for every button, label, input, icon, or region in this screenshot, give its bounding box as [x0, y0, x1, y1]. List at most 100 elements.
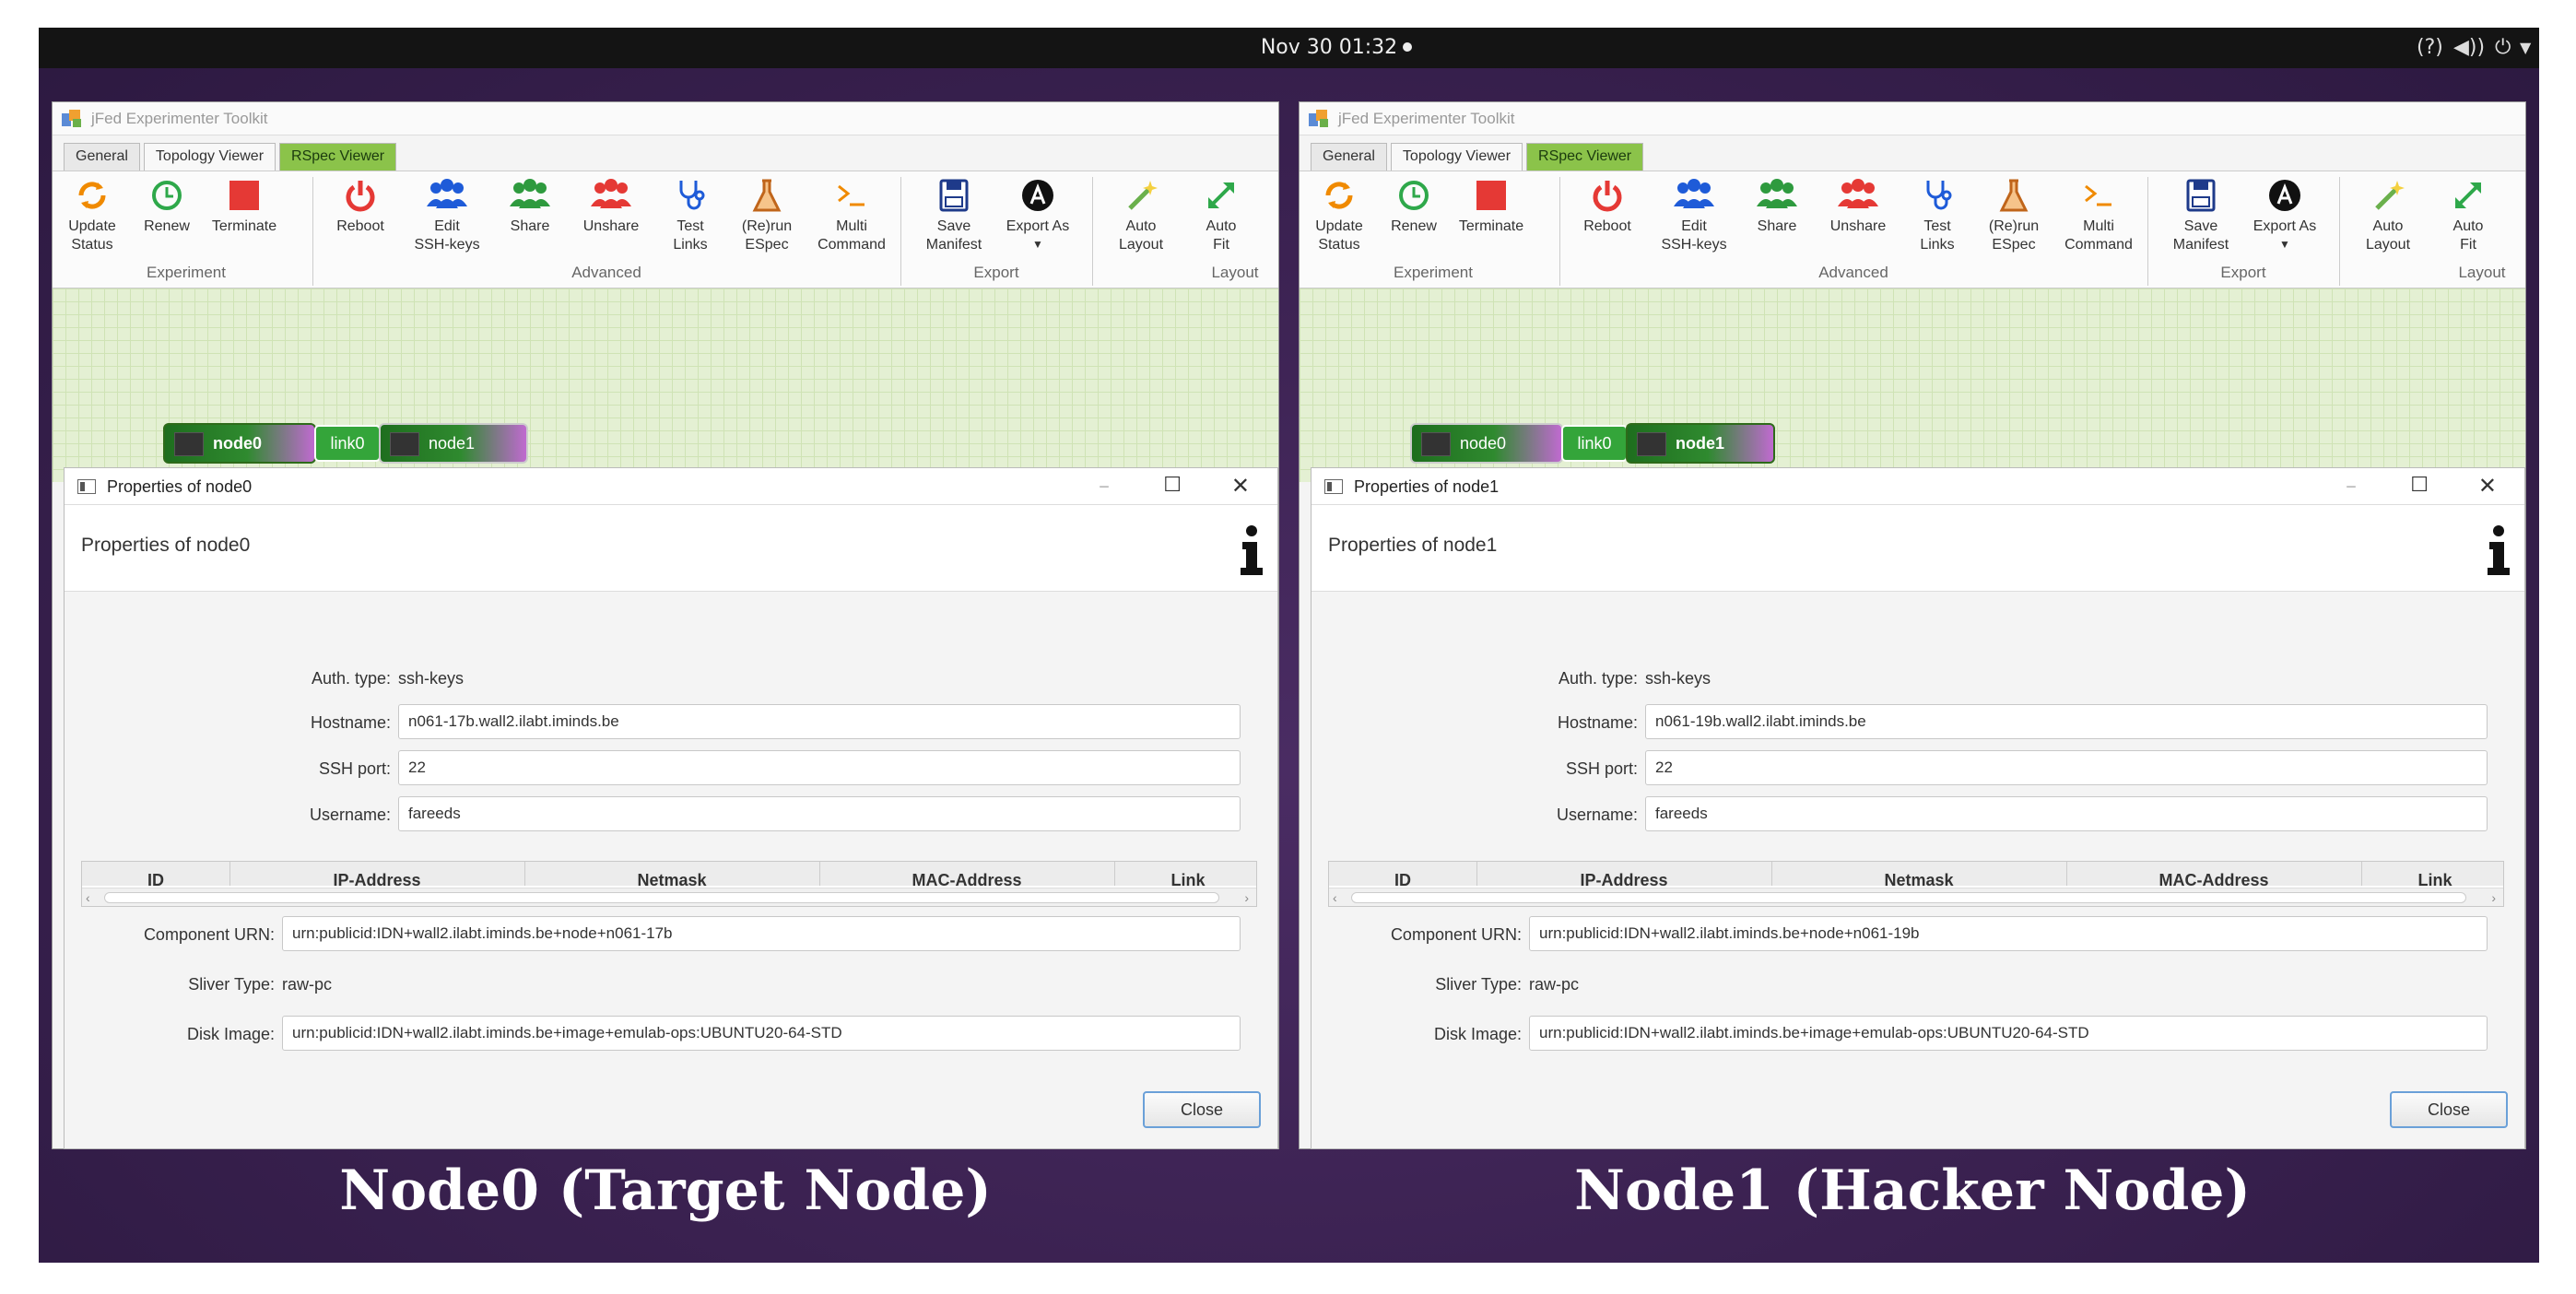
minimize-icon[interactable]: –: [2346, 470, 2357, 501]
reboot-button[interactable]: Reboot: [331, 177, 390, 236]
column-header-mac[interactable]: MAC-Address: [2066, 869, 2361, 886]
tab-topology-viewer[interactable]: Topology Viewer: [143, 143, 276, 171]
column-header-link[interactable]: Link: [1114, 869, 1256, 886]
ssh-port-label: SSH port:: [318, 759, 391, 778]
renew-button[interactable]: Renew: [141, 177, 193, 236]
ssh-port-field[interactable]: 22: [1645, 750, 2488, 785]
test-links-button[interactable]: Test Links: [665, 177, 716, 254]
unshare-button[interactable]: Unshare: [1823, 177, 1893, 236]
update-status-button[interactable]: Update Status: [1309, 177, 1370, 254]
group-divider: [1092, 177, 1093, 286]
topology-canvas[interactable]: node0 link0 node1: [1300, 288, 2525, 482]
tab-general[interactable]: General: [1311, 143, 1387, 171]
auto-fit-button[interactable]: Auto Fit: [2442, 177, 2494, 254]
jfed-window-right: jFed Experimenter Toolkit General Topolo…: [1299, 101, 2526, 1149]
horizontal-scrollbar[interactable]: ‹ ›: [82, 888, 1256, 906]
component-urn-field[interactable]: urn:publicid:IDN+wall2.ilabt.iminds.be+n…: [1529, 916, 2488, 951]
topology-node-node1[interactable]: node1: [1626, 423, 1775, 464]
topology-link-link0[interactable]: link0: [314, 425, 381, 462]
tab-topology-viewer[interactable]: Topology Viewer: [1390, 143, 1523, 171]
topology-node-node0[interactable]: node0: [1410, 423, 1563, 464]
edit-ssh-keys-button[interactable]: Edit SSH-keys: [1657, 177, 1731, 254]
column-header-id[interactable]: ID: [1329, 869, 1476, 886]
reboot-label: Reboot: [336, 218, 384, 234]
export-as-button[interactable]: Export As ▼: [996, 177, 1079, 253]
column-header-link[interactable]: Link: [2361, 869, 2503, 886]
topology-node-node1[interactable]: node1: [379, 423, 528, 464]
terminate-button[interactable]: Terminate: [1453, 177, 1530, 236]
clock[interactable]: Nov 30 01:32: [1237, 33, 1421, 63]
scroll-left-icon[interactable]: ‹: [86, 888, 90, 907]
share-button[interactable]: Share: [502, 177, 558, 236]
share-button[interactable]: Share: [1749, 177, 1805, 236]
topology-link-link0[interactable]: link0: [1561, 425, 1628, 462]
terminate-button[interactable]: Terminate: [206, 177, 283, 236]
column-header-ip[interactable]: IP-Address: [229, 869, 524, 886]
export-as-button[interactable]: Export As ▼: [2243, 177, 2326, 253]
interfaces-table[interactable]: ID IP-Address Netmask MAC-Address Link ‹…: [1328, 861, 2504, 907]
username-field[interactable]: fareeds: [1645, 796, 2488, 831]
window-title: jFed Experimenter Toolkit: [1338, 110, 1515, 127]
hostname-field[interactable]: n061-17b.wall2.ilabt.iminds.be: [398, 704, 1241, 739]
auto-fit-button[interactable]: Auto Fit: [1195, 177, 1247, 254]
close-button[interactable]: Close: [2390, 1091, 2508, 1128]
username-field[interactable]: fareeds: [398, 796, 1241, 831]
minimize-icon[interactable]: –: [1099, 470, 1110, 501]
unshare-button[interactable]: Unshare: [576, 177, 646, 236]
group-label-export: Export: [973, 264, 1019, 281]
horizontal-scrollbar[interactable]: ‹ ›: [1329, 888, 2503, 906]
export-as-label: Export As: [2253, 218, 2317, 234]
rerun-espec-button[interactable]: (Re)run ESpec: [1982, 177, 2046, 254]
column-header-id[interactable]: ID: [82, 869, 229, 886]
column-header-mac[interactable]: MAC-Address: [819, 869, 1114, 886]
multi-command-label: Multi Command: [817, 218, 886, 253]
scrollbar-thumb[interactable]: [1351, 892, 2466, 903]
maximize-icon[interactable]: ☐: [2410, 470, 2429, 501]
save-manifest-button[interactable]: Save Manifest: [919, 177, 989, 254]
ssh-port-field[interactable]: 22: [398, 750, 1241, 785]
component-urn-field[interactable]: urn:publicid:IDN+wall2.ilabt.iminds.be+n…: [282, 916, 1241, 951]
sliver-type-label: Sliver Type:: [1435, 975, 1522, 994]
hostname-field[interactable]: n061-19b.wall2.ilabt.iminds.be: [1645, 704, 2488, 739]
auto-layout-button[interactable]: Auto Layout: [2358, 177, 2418, 254]
multi-command-button[interactable]: Multi Command: [810, 177, 893, 254]
power-icon[interactable]: ⏻: [2495, 33, 2511, 63]
save-manifest-button[interactable]: Save Manifest: [2166, 177, 2236, 254]
node-label: node0: [213, 434, 263, 453]
column-header-netmask[interactable]: Netmask: [524, 869, 819, 886]
close-icon[interactable]: ✕: [1231, 470, 1250, 501]
disk-image-field[interactable]: urn:publicid:IDN+wall2.ilabt.iminds.be+i…: [1529, 1016, 2488, 1051]
topology-node-node0[interactable]: node0: [163, 423, 316, 464]
update-status-button[interactable]: Update Status: [62, 177, 123, 254]
tab-general[interactable]: General: [64, 143, 140, 171]
auto-layout-button[interactable]: Auto Layout: [1111, 177, 1171, 254]
edit-ssh-keys-button[interactable]: Edit SSH-keys: [410, 177, 484, 254]
column-header-netmask[interactable]: Netmask: [1771, 869, 2066, 886]
disk-image-field[interactable]: urn:publicid:IDN+wall2.ilabt.iminds.be+i…: [282, 1016, 1241, 1051]
group-divider: [312, 177, 313, 286]
scroll-right-icon[interactable]: ›: [1244, 888, 1249, 907]
multi-command-button[interactable]: Multi Command: [2057, 177, 2140, 254]
scrollbar-thumb[interactable]: [104, 892, 1219, 903]
column-header-ip[interactable]: IP-Address: [1476, 869, 1771, 886]
sliver-type-label: Sliver Type:: [188, 975, 275, 994]
help-icon[interactable]: (?): [2417, 33, 2443, 63]
server-icon: [1421, 432, 1451, 456]
maximize-icon[interactable]: ☐: [1163, 470, 1182, 501]
scroll-left-icon[interactable]: ‹: [1333, 888, 1337, 907]
scroll-right-icon[interactable]: ›: [2491, 888, 2496, 907]
refresh-icon: [1325, 182, 1353, 209]
tab-rspec-viewer[interactable]: RSpec Viewer: [1526, 143, 1644, 171]
topology-canvas[interactable]: node0 link0 node1: [53, 288, 1278, 482]
close-icon[interactable]: ✕: [2478, 470, 2497, 501]
chevron-down-icon[interactable]: ▼: [2520, 33, 2531, 63]
test-links-button[interactable]: Test Links: [1911, 177, 1963, 254]
volume-icon[interactable]: ◀)): [2453, 33, 2485, 63]
tab-rspec-viewer[interactable]: RSpec Viewer: [279, 143, 397, 171]
rerun-espec-button[interactable]: (Re)run ESpec: [735, 177, 799, 254]
interfaces-table[interactable]: ID IP-Address Netmask MAC-Address Link ‹…: [81, 861, 1257, 907]
close-button[interactable]: Close: [1143, 1091, 1261, 1128]
renew-button[interactable]: Renew: [1388, 177, 1440, 236]
test-links-label: Test Links: [673, 218, 708, 253]
reboot-button[interactable]: Reboot: [1578, 177, 1637, 236]
